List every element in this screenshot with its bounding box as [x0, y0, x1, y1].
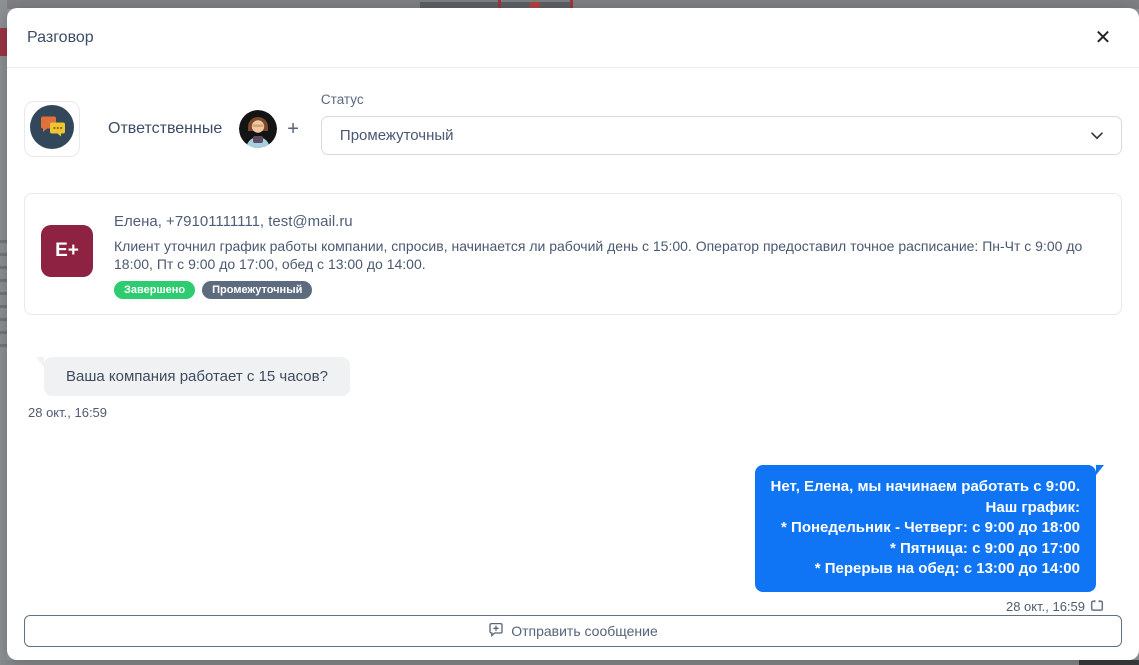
status-label: Статус — [321, 92, 1122, 107]
client-info: Елена, +79101111111, test@mail.ru Клиент… — [114, 210, 1105, 299]
status-select[interactable]: Промежуточный — [321, 116, 1122, 155]
responsible-user-avatar[interactable] — [239, 110, 277, 148]
outgoing-timestamp: 28 окт., 16:59 — [1006, 599, 1085, 614]
badges-row: Завершено Промежуточный — [114, 281, 1105, 299]
modal-title: Разговор — [27, 29, 94, 47]
send-message-label: Отправить сообщение — [511, 623, 658, 639]
client-description: Клиент уточнил график работы компании, с… — [114, 237, 1105, 273]
incoming-timestamp: 28 окт., 16:59 — [28, 405, 350, 420]
status-badge-completed: Завершено — [114, 281, 195, 299]
client-avatar: E+ — [41, 225, 93, 277]
channel-avatar[interactable] — [24, 101, 80, 157]
modal-header: Разговор ✕ — [7, 8, 1139, 68]
backdrop-left-strip — [0, 0, 7, 665]
incoming-bubble: Ваша компания работает с 15 часов? — [44, 357, 350, 396]
add-responsible-button[interactable]: + — [287, 119, 299, 139]
outgoing-bubble: Нет, Елена, мы начинаем работать с 9:00.… — [755, 465, 1096, 592]
outgoing-timestamp-row: 28 окт., 16:59 — [1006, 599, 1104, 615]
responsible-row: Ответственные + Статус Промежуточный — [24, 90, 1122, 157]
close-icon[interactable]: ✕ — [1087, 22, 1119, 54]
backdrop-fragment — [0, 230, 7, 350]
status-selected-value: Промежуточный — [340, 127, 1091, 144]
modal-body: Ответственные + Статус Промежуточный — [7, 68, 1139, 664]
chat-channel-icon — [30, 105, 74, 154]
status-group: Статус Промежуточный — [321, 92, 1122, 155]
outgoing-message: Нет, Елена, мы начинаем работать с 9:00.… — [755, 465, 1122, 615]
chat-area: Ваша компания работает с 15 часов? 28 ок… — [24, 315, 1122, 615]
backdrop-fragment — [0, 28, 7, 56]
message-delivered-icon — [1090, 599, 1104, 615]
chevron-down-icon — [1091, 127, 1103, 145]
modal-footer: Отправить сообщение — [24, 615, 1122, 664]
responsible-label: Ответственные — [108, 120, 222, 138]
send-message-button[interactable]: Отправить сообщение — [24, 615, 1122, 647]
status-badge-intermediate: Промежуточный — [202, 281, 312, 299]
client-title: Елена, +79101111111, test@mail.ru — [114, 213, 1105, 230]
conversation-modal: Разговор ✕ Ответственные — [7, 8, 1139, 660]
client-card: E+ Елена, +79101111111, test@mail.ru Кли… — [24, 193, 1122, 315]
message-plus-icon — [488, 622, 504, 640]
incoming-message: Ваша компания работает с 15 часов? 28 ок… — [24, 357, 350, 420]
